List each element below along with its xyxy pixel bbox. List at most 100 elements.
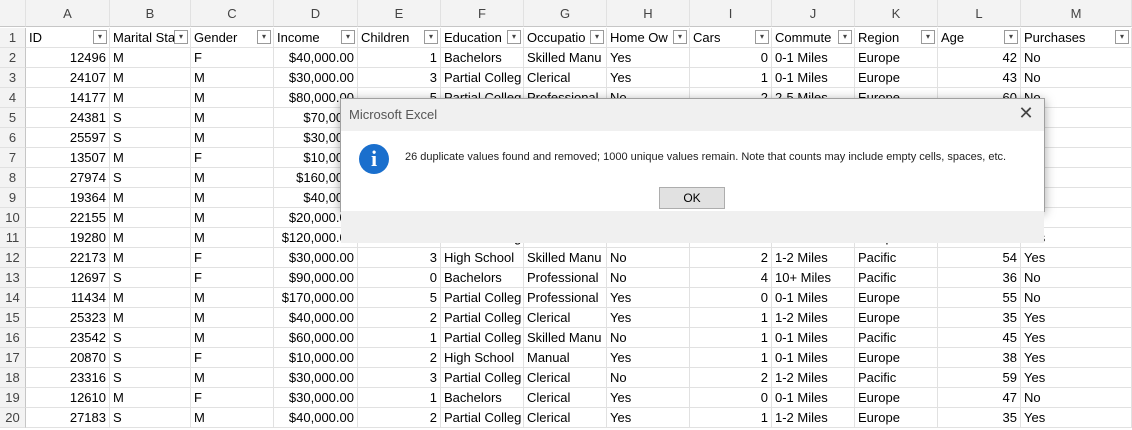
column-header-j[interactable]: J [772,0,855,27]
data-cell[interactable]: 55 [938,288,1021,308]
data-cell[interactable]: F [191,148,274,168]
filter-dropdown-icon[interactable]: ▾ [921,30,935,44]
data-cell[interactable]: 35 [938,308,1021,328]
data-cell[interactable]: Professional [524,268,607,288]
header-cell[interactable]: Income ▾ [274,28,358,48]
data-cell[interactable]: 45 [938,328,1021,348]
data-cell[interactable]: 27974 [26,168,110,188]
row-number[interactable]: 8 [0,168,26,188]
row-number[interactable]: 3 [0,68,26,88]
row-number[interactable]: 2 [0,48,26,68]
row-number[interactable]: 20 [0,408,26,428]
data-cell[interactable]: S [110,268,191,288]
data-cell[interactable]: 24381 [26,108,110,128]
data-cell[interactable]: No [1021,388,1132,408]
data-cell[interactable]: 36 [938,268,1021,288]
data-cell[interactable]: 38 [938,348,1021,368]
data-cell[interactable]: Clerical [524,308,607,328]
header-cell[interactable]: Education ▾ [441,28,524,48]
data-cell[interactable]: 3 [358,248,441,268]
data-cell[interactable]: 2 [358,348,441,368]
data-cell[interactable]: No [607,268,690,288]
data-cell[interactable]: 19364 [26,188,110,208]
data-cell[interactable]: $40,000.00 [274,408,358,428]
data-cell[interactable]: No [1021,288,1132,308]
header-cell[interactable]: Occupatio ▾ [524,28,607,48]
close-icon[interactable]: ✕ [1016,103,1036,123]
data-cell[interactable]: 0 [690,288,772,308]
data-cell[interactable]: Skilled Manu [524,48,607,68]
data-cell[interactable]: 0 [690,388,772,408]
data-cell[interactable]: Partial Colleg [441,368,524,388]
data-cell[interactable]: No [607,248,690,268]
data-cell[interactable]: 1 [690,308,772,328]
data-cell[interactable]: 0-1 Miles [772,68,855,88]
data-cell[interactable]: M [191,308,274,328]
select-all-corner[interactable] [0,0,26,27]
data-cell[interactable]: F [191,348,274,368]
filter-dropdown-icon[interactable]: ▾ [1115,30,1129,44]
data-cell[interactable]: High School [441,248,524,268]
filter-dropdown-icon[interactable]: ▾ [341,30,355,44]
data-cell[interactable]: M [191,188,274,208]
filter-dropdown-icon[interactable]: ▾ [755,30,769,44]
data-cell[interactable]: 10+ Miles [772,268,855,288]
data-cell[interactable]: 12496 [26,48,110,68]
data-cell[interactable]: F [191,48,274,68]
row-number[interactable]: 10 [0,208,26,228]
data-cell[interactable]: No [607,328,690,348]
data-cell[interactable]: Yes [1021,308,1132,328]
data-cell[interactable]: M [110,88,191,108]
data-cell[interactable]: 1 [690,68,772,88]
data-cell[interactable]: Yes [1021,248,1132,268]
data-cell[interactable]: Skilled Manu [524,328,607,348]
column-header-k[interactable]: K [855,0,938,27]
data-cell[interactable]: Europe [855,348,938,368]
data-cell[interactable]: Clerical [524,68,607,88]
data-cell[interactable]: S [110,408,191,428]
data-cell[interactable]: 54 [938,248,1021,268]
filter-dropdown-icon[interactable]: ▾ [1004,30,1018,44]
data-cell[interactable]: M [191,88,274,108]
data-cell[interactable]: Bachelors [441,268,524,288]
column-header-e[interactable]: E [358,0,441,27]
filter-dropdown-icon[interactable]: ▾ [838,30,852,44]
data-cell[interactable]: 2 [690,248,772,268]
data-cell[interactable]: Pacific [855,268,938,288]
data-cell[interactable]: Yes [1021,408,1132,428]
data-cell[interactable]: F [191,268,274,288]
column-header-h[interactable]: H [607,0,690,27]
data-cell[interactable]: Yes [607,68,690,88]
header-cell[interactable]: Age ▾ [938,28,1021,48]
data-cell[interactable]: Partial Colleg [441,408,524,428]
header-cell[interactable]: Home Ow ▾ [607,28,690,48]
filter-dropdown-icon[interactable]: ▾ [93,30,107,44]
data-cell[interactable]: 25597 [26,128,110,148]
data-cell[interactable]: 20870 [26,348,110,368]
data-cell[interactable]: Yes [1021,348,1132,368]
data-cell[interactable]: Europe [855,68,938,88]
data-cell[interactable]: 24107 [26,68,110,88]
data-cell[interactable]: M [191,408,274,428]
row-number[interactable]: 4 [0,88,26,108]
filter-dropdown-icon[interactable]: ▾ [590,30,604,44]
header-cell[interactable]: Region ▾ [855,28,938,48]
data-cell[interactable]: $40,000.00 [274,48,358,68]
data-cell[interactable]: M [191,208,274,228]
data-cell[interactable]: 0 [358,268,441,288]
data-cell[interactable]: 12610 [26,388,110,408]
data-cell[interactable]: S [110,108,191,128]
data-cell[interactable]: F [191,248,274,268]
data-cell[interactable]: M [110,228,191,248]
data-cell[interactable]: Yes [607,408,690,428]
data-cell[interactable]: 42 [938,48,1021,68]
data-cell[interactable]: 19280 [26,228,110,248]
data-cell[interactable]: 27183 [26,408,110,428]
data-cell[interactable]: Partial Colleg [441,308,524,328]
data-cell[interactable]: Yes [607,48,690,68]
column-header-l[interactable]: L [938,0,1021,27]
data-cell[interactable]: 1 [358,388,441,408]
row-number[interactable]: 14 [0,288,26,308]
header-cell[interactable]: Gender ▾ [191,28,274,48]
header-cell[interactable]: Marital Sta ▾ [110,28,191,48]
